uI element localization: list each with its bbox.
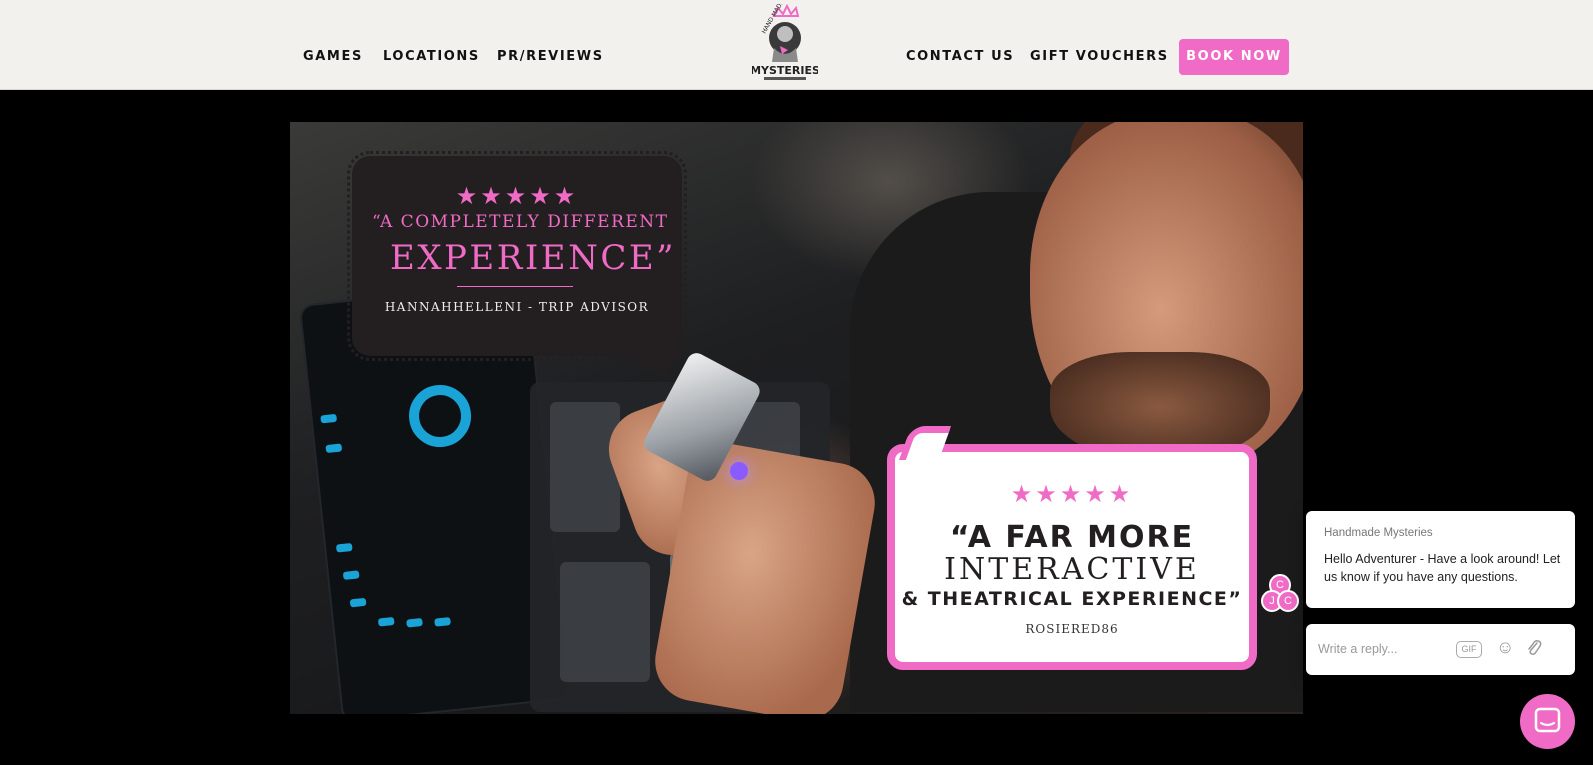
attachment-icon[interactable]: [1526, 638, 1542, 663]
crowned-detective-logo-icon[interactable]: HAND MADE MYSTERIES: [750, 0, 820, 84]
chat-sender-name: Handmade Mysteries: [1324, 527, 1433, 539]
nav-games[interactable]: GAMES: [303, 49, 363, 64]
case-emblem-icon: [405, 381, 475, 451]
review-quote-line3: & THEATRICAL EXPERIENCE”: [901, 588, 1243, 610]
avatar[interactable]: C: [1277, 590, 1299, 612]
emoji-icon[interactable]: ☺: [1496, 637, 1514, 658]
gif-icon[interactable]: GIF: [1456, 641, 1482, 658]
review-quote-line2: EXPERIENCE”: [390, 238, 677, 278]
divider: [457, 286, 573, 287]
hero-image: ★★★★★ “A COMPLETELY DIFFERENT EXPERIENCE…: [290, 122, 1303, 714]
review-quote-line2: INTERACTIVE: [944, 552, 1200, 587]
nav-contact-us[interactable]: CONTACT US: [906, 49, 1014, 64]
review-quote-line1: “A FAR MORE: [949, 520, 1195, 555]
site-header: GAMES LOCATIONS PR/REVIEWS HAND MADE MYS…: [0, 0, 1593, 90]
nav-gift-vouchers[interactable]: GIFT VOUCHERS: [1030, 49, 1169, 64]
review-quote-line1: “A COMPLETELY DIFFERENT: [372, 212, 669, 232]
chat-launcher-icon[interactable]: [1520, 694, 1575, 749]
chat-message-text: Hello Adventurer - Have a look around! L…: [1324, 552, 1561, 584]
svg-text:MYSTERIES: MYSTERIES: [752, 64, 818, 77]
review-source: ROSIERED86: [1025, 622, 1119, 636]
book-now-button[interactable]: BOOK NOW: [1179, 39, 1289, 75]
chat-reply-input[interactable]: [1318, 636, 1458, 662]
review-bubble-dark: ★★★★★ “A COMPLETELY DIFFERENT EXPERIENCE…: [347, 151, 687, 361]
chat-reply-box: GIF ☺: [1306, 624, 1575, 675]
nav-pr-reviews[interactable]: PR/REVIEWS: [497, 49, 604, 64]
five-star-rating-icon: ★★★★★: [455, 183, 579, 210]
chat-message-card[interactable]: Handmade Mysteries Hello Adventurer - Ha…: [1306, 511, 1575, 608]
uv-light-icon: [730, 462, 748, 480]
review-source: HANNAHHELLENI - TRIP ADVISOR: [384, 300, 650, 314]
review-bubble-light: ★★★★★ “A FAR MORE INTERACTIVE & THEATRIC…: [887, 444, 1257, 670]
nav-locations[interactable]: LOCATIONS: [383, 49, 480, 64]
five-star-rating-icon: ★★★★★: [1010, 481, 1134, 508]
